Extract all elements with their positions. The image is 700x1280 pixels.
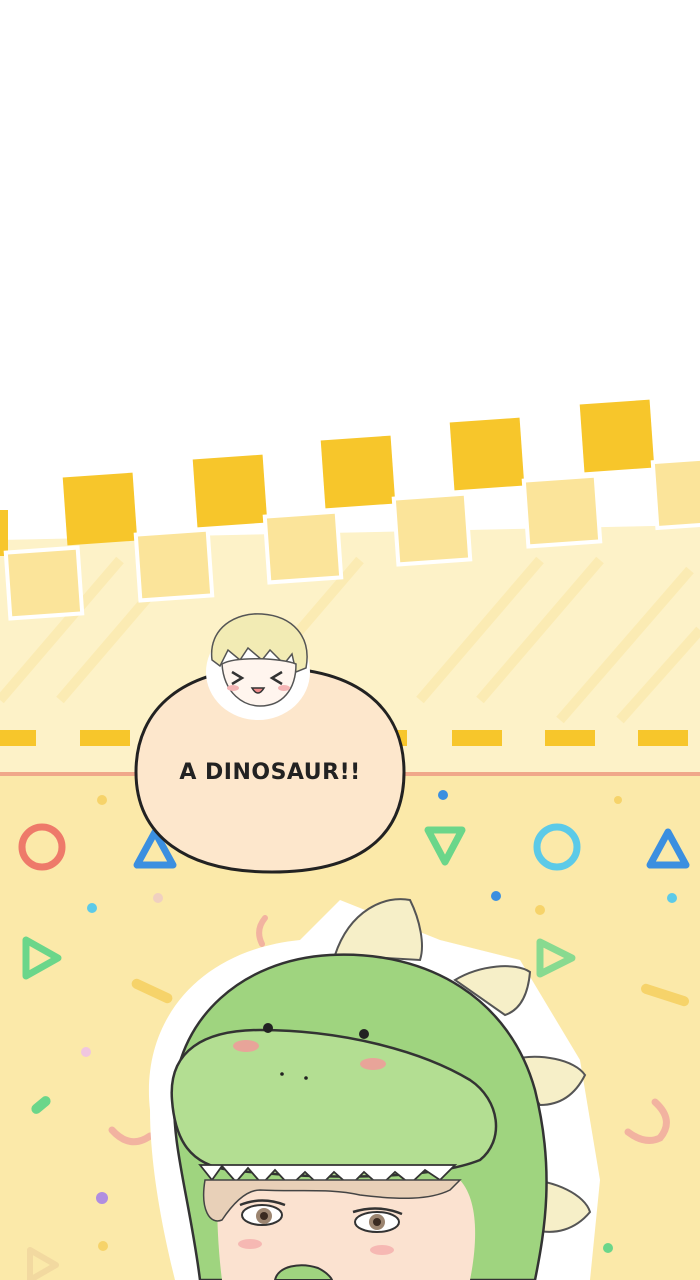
comic-panel bbox=[0, 0, 700, 1280]
speech-text: A DINOSAUR!! bbox=[179, 760, 361, 785]
chibi-character bbox=[206, 613, 310, 720]
